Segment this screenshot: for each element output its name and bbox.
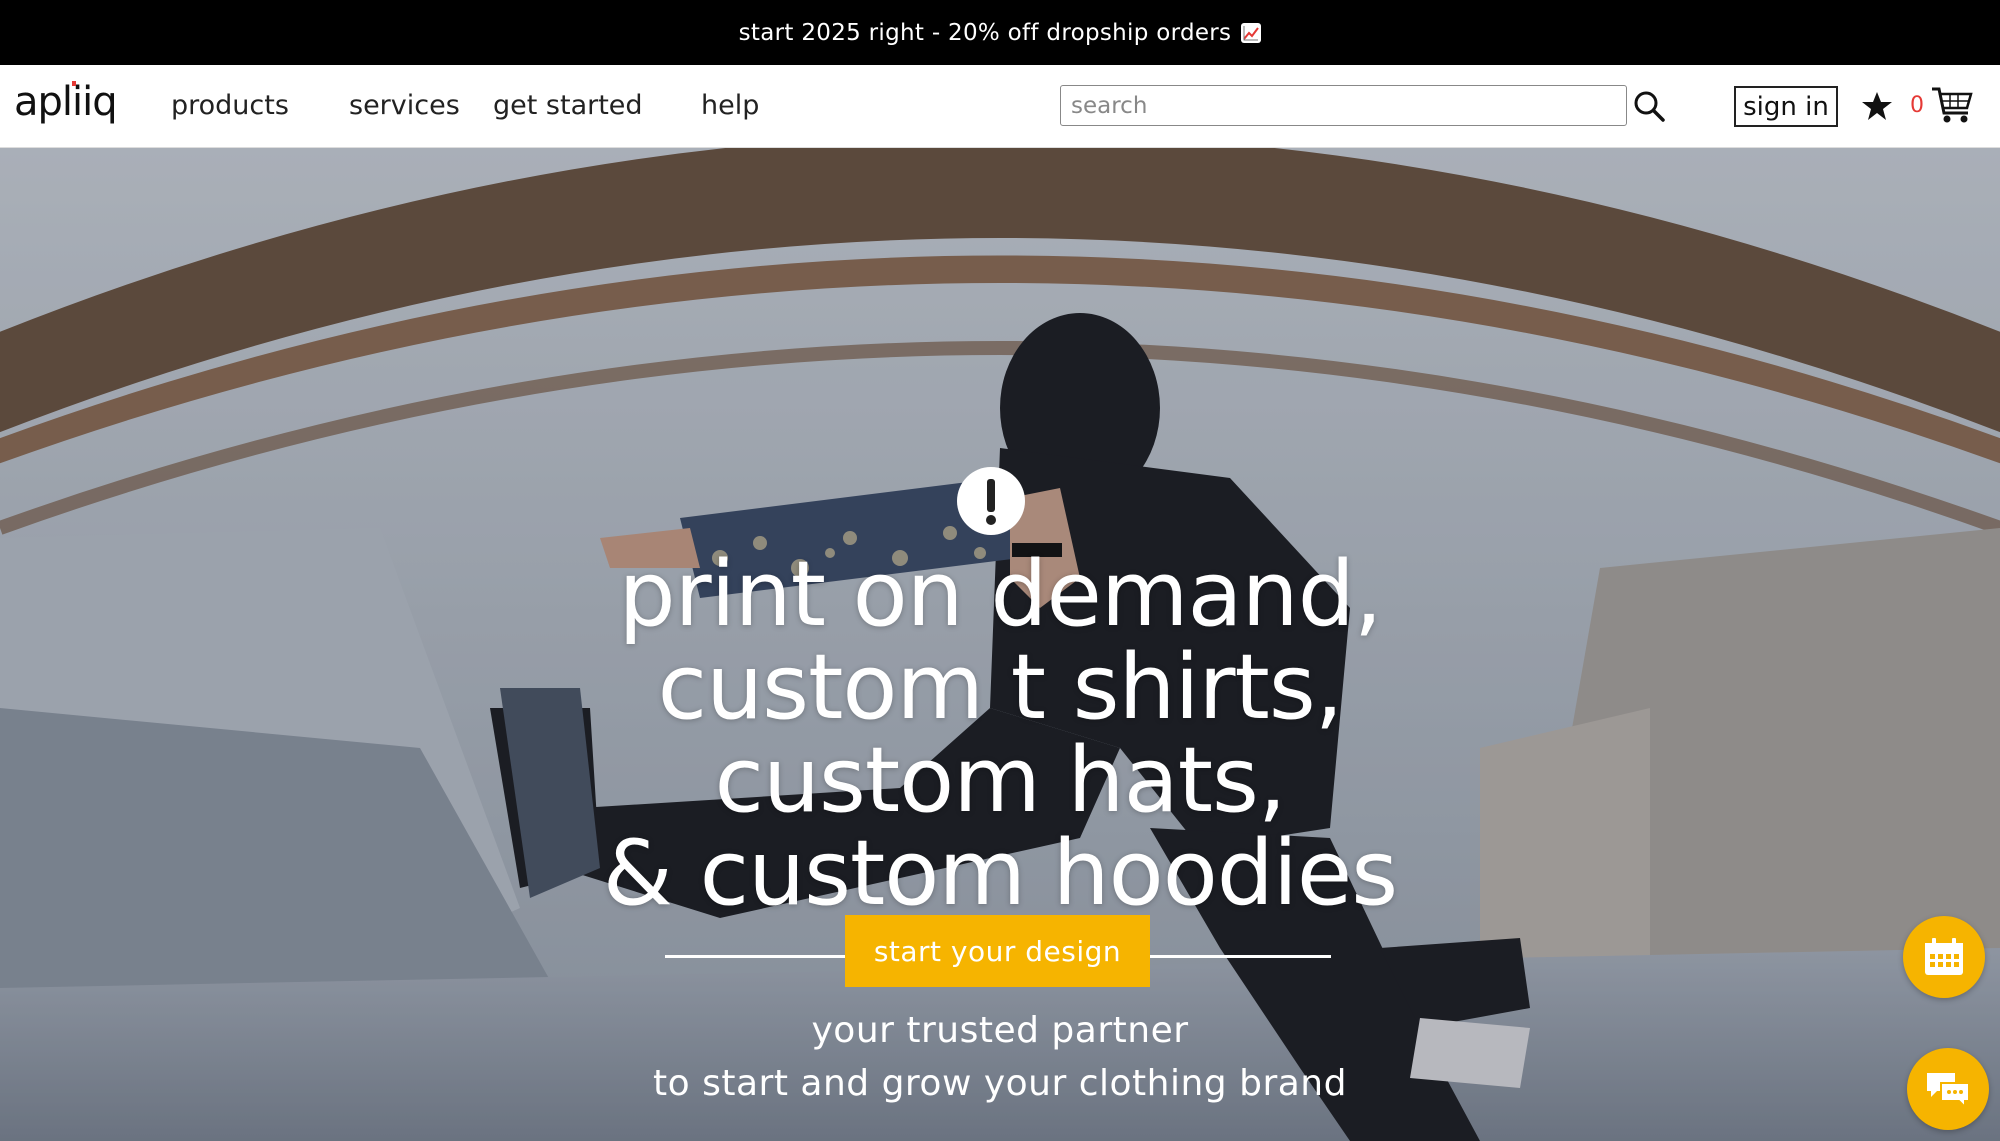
hero-section: print on demand, custom t shirts, custom… — [0, 148, 2000, 1141]
exclamation-icon — [957, 467, 1025, 535]
start-your-design-button[interactable]: start your design — [845, 915, 1150, 987]
chart-increasing-icon — [1241, 22, 1262, 43]
svg-text:apliiq: apliiq — [14, 79, 117, 125]
hero-tagline-2: to start and grow your clothing brand — [653, 1063, 1347, 1104]
search-icon[interactable] — [1632, 89, 1666, 123]
headline-line: print on demand, — [618, 542, 1383, 647]
calendar-button[interactable] — [1903, 916, 1985, 998]
search-box — [1060, 85, 1627, 126]
chat-icon — [1927, 1073, 1970, 1109]
cta-divider-right — [1149, 955, 1331, 958]
nav-products[interactable]: products — [171, 90, 289, 121]
site-header: apliiq products services get started hel… — [0, 65, 2000, 148]
cart-icon[interactable] — [1930, 85, 1974, 125]
headline-line: custom t shirts, — [657, 635, 1344, 740]
chat-button[interactable] — [1907, 1048, 1989, 1130]
promo-text: start 2025 right - 20% off dropship orde… — [738, 19, 1232, 46]
nav-services[interactable]: services — [349, 90, 460, 121]
search-input[interactable] — [1061, 86, 1626, 125]
calendar-icon — [1925, 938, 1963, 975]
star-icon[interactable] — [1860, 89, 1894, 123]
nav-help[interactable]: help — [701, 90, 759, 121]
cta-divider-left — [665, 955, 847, 958]
cart-count: 0 — [1910, 93, 1924, 118]
headline-line: custom hats, — [714, 728, 1286, 833]
apliiq-logo[interactable]: apliiq — [14, 75, 126, 139]
hero-tagline-1: your trusted partner — [811, 1010, 1189, 1051]
headline-line: & custom hoodies — [602, 821, 1398, 926]
promo-bar[interactable]: start 2025 right - 20% off dropship orde… — [0, 0, 2000, 65]
hero-headline: print on demand, custom t shirts, custom… — [500, 548, 1500, 920]
nav-get-started[interactable]: get started — [493, 90, 643, 121]
sign-in-button[interactable]: sign in — [1734, 86, 1838, 127]
